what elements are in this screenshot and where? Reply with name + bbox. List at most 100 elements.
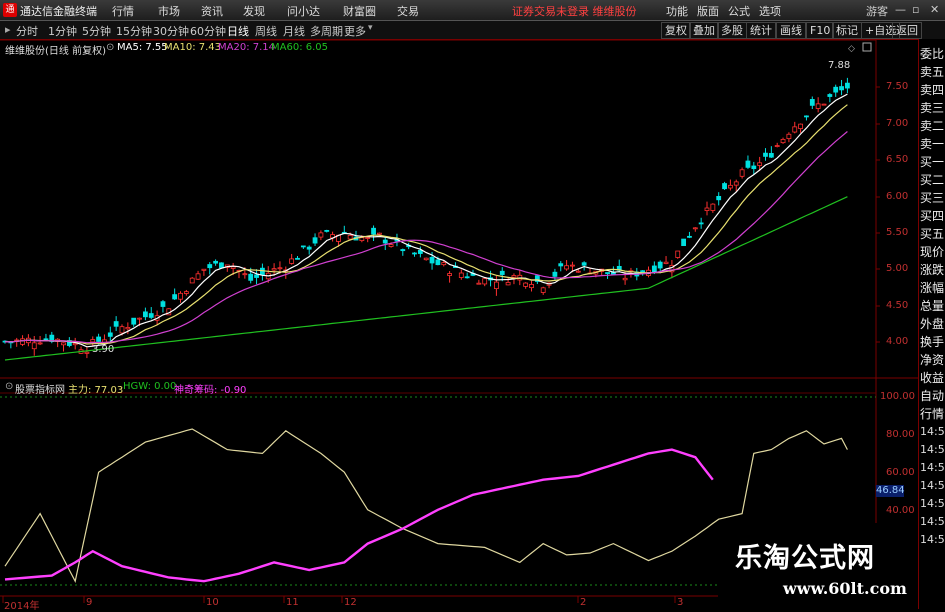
candle-body	[441, 262, 447, 266]
candle-body	[20, 338, 25, 345]
date-11: 11	[286, 597, 299, 608]
candle-body	[43, 338, 49, 341]
candle-body	[798, 123, 803, 129]
quote-earnings: 收益	[920, 371, 945, 385]
candle-body	[295, 257, 300, 260]
trade-time: 14:55	[920, 425, 945, 438]
quote-turnover: 换手	[920, 335, 945, 349]
candle-body	[774, 145, 780, 147]
price-tick-550: 5.50	[886, 227, 909, 238]
candle-body	[371, 227, 376, 235]
ma10-line	[5, 104, 848, 345]
price-axis-ticks	[876, 86, 880, 343]
candle-body	[119, 326, 125, 334]
date-2: 2	[580, 597, 587, 608]
candle-body	[733, 181, 739, 186]
quote-sell5: 卖五	[920, 65, 945, 79]
candle-body	[681, 238, 686, 247]
price-tick-500: 5.00	[886, 263, 909, 274]
ma20-line	[5, 131, 848, 344]
trade-time: 14:56	[920, 497, 945, 510]
ma60-label: MA60: 6.05	[271, 42, 329, 53]
candle-body	[751, 165, 757, 170]
quote-sell2: 卖二	[920, 119, 945, 133]
candle-body	[476, 282, 482, 285]
price-tick-450: 4.50	[886, 300, 909, 311]
candle-body	[745, 160, 751, 168]
candle-body	[312, 237, 318, 244]
candle-body	[704, 207, 710, 211]
quote-weibi: 委比	[920, 47, 945, 61]
candle-body	[271, 268, 277, 271]
indicator-settings-icon[interactable]: ⊙	[5, 381, 13, 392]
candle-body	[845, 82, 850, 89]
candle-body	[412, 252, 417, 255]
price-tick-400: 4.00	[886, 336, 909, 347]
quote-change-pct: 涨幅	[920, 281, 945, 295]
trade-time: 14:56	[920, 461, 945, 474]
candle-body	[90, 339, 96, 343]
candle-body	[558, 263, 564, 267]
candle-body	[277, 267, 283, 270]
candle-body	[324, 230, 330, 232]
candle-body	[716, 196, 722, 201]
candle-body	[31, 342, 37, 350]
trade-time: 14:56	[920, 515, 945, 528]
shenqi-label: 神奇筹码: -0.90	[174, 385, 247, 396]
candle-body	[511, 275, 517, 278]
candle-body	[523, 282, 529, 287]
candle-body	[792, 126, 798, 133]
candle-body	[447, 273, 453, 276]
candle-body	[300, 245, 306, 248]
candle-body	[137, 317, 142, 320]
candle-body	[125, 327, 131, 330]
candle-body	[780, 138, 786, 144]
price-tick-700: 7.00	[886, 118, 909, 129]
quote-buy3: 买三	[920, 191, 945, 205]
candle-body	[575, 270, 581, 273]
diamond-icon[interactable]: ◇	[848, 44, 855, 54]
quote-buy5: 买五	[920, 227, 945, 241]
candle-body	[423, 257, 429, 261]
quote-outer: 外盘	[920, 317, 945, 331]
candle-body	[359, 237, 365, 241]
ma60-line	[4, 196, 848, 361]
candle-body	[493, 281, 499, 290]
date-12: 12	[344, 597, 357, 608]
sub-tick-40: 40.00	[886, 505, 915, 516]
date-3: 3	[677, 597, 684, 608]
candle-body	[429, 257, 435, 264]
quote-panel: 委比 卖五 卖四 卖三 卖二 卖一 买一 买二 买三 买四 买五 现价 涨跌 涨…	[918, 39, 945, 609]
pane-maximize-icon[interactable]	[862, 42, 872, 52]
candle-body	[72, 343, 78, 346]
stock-title: 维维股份(日线 前复权)	[5, 46, 106, 57]
candle-body	[248, 273, 254, 281]
candle-body	[417, 249, 423, 254]
hgw-label: HGW: 0.00	[123, 381, 177, 392]
candle-body	[739, 169, 745, 177]
auto-tab[interactable]: 自动	[920, 387, 944, 404]
quote-tab[interactable]: 行情	[920, 405, 944, 422]
date-axis-ticks	[2, 596, 676, 603]
candle-body	[242, 273, 248, 276]
candle-body	[651, 265, 657, 273]
trade-time: 14:56	[920, 479, 945, 492]
candle-body	[289, 258, 295, 264]
candle-body	[172, 294, 178, 300]
candle-body	[728, 184, 733, 189]
candle-body	[663, 261, 669, 264]
ma10-label: MA10: 7.43	[164, 42, 222, 53]
candle-body	[768, 153, 774, 158]
trade-time: 14:56	[920, 533, 945, 546]
settings-icon[interactable]: ⊙	[106, 42, 114, 53]
ma20-label: MA20: 7.14	[218, 42, 276, 53]
price-tick-600: 6.00	[886, 191, 909, 202]
chart-canvas[interactable]: ◇	[0, 0, 945, 609]
candle-body	[131, 317, 137, 325]
candle-body	[564, 265, 569, 270]
candle-body	[505, 281, 511, 286]
date-2014: 2014年	[4, 601, 40, 612]
quote-buy2: 买二	[920, 173, 945, 187]
date-10: 10	[206, 597, 219, 608]
main-force-label: 主力: 77.03	[68, 385, 124, 396]
